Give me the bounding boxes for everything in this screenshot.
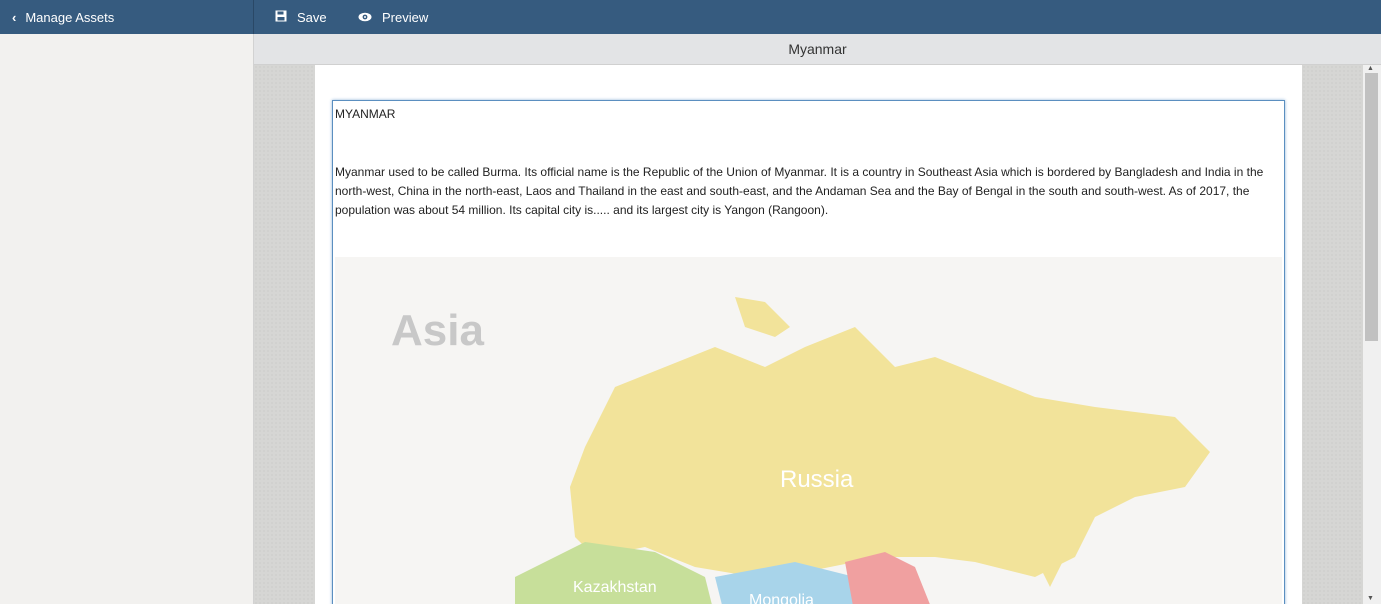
scroll-down-arrow-icon[interactable]: ▼	[1367, 595, 1374, 602]
save-label: Save	[297, 9, 327, 25]
floppy-disk-icon	[275, 10, 287, 25]
toolbar-divider	[253, 0, 254, 34]
manage-assets-label: Manage Assets	[25, 9, 115, 25]
asia-map-image: Asia Russia Kazakhstan Mongolia	[335, 257, 1282, 604]
top-toolbar: ‹ Manage Assets Save Preview	[0, 0, 1381, 34]
vertical-scrollbar[interactable]: ▲ ▼	[1363, 65, 1381, 604]
map-label-mongolia: Mongolia	[749, 592, 814, 604]
document-title: Myanmar	[788, 41, 847, 57]
document-page: MYANMAR Myanmar used to be called Burma.…	[315, 65, 1302, 604]
document-heading: MYANMAR	[335, 107, 396, 121]
preview-label: Preview	[382, 9, 429, 25]
asia-map-graphic: Asia Russia Kazakhstan Mongolia	[391, 297, 1210, 604]
map-label-russia: Russia	[780, 466, 854, 493]
scrollbar-thumb[interactable]	[1365, 73, 1378, 341]
sidebar-panel	[0, 34, 254, 604]
document-body-text: Myanmar used to be called Burma. Its off…	[335, 165, 1264, 217]
chevron-left-icon: ‹	[12, 9, 17, 25]
document-title-bar: Myanmar	[254, 34, 1381, 65]
scroll-up-arrow-icon[interactable]: ▲	[1367, 65, 1374, 72]
map-label-kazakhstan: Kazakhstan	[573, 579, 657, 596]
preview-button[interactable]: Preview	[358, 0, 428, 34]
manage-assets-button[interactable]: ‹ Manage Assets	[0, 0, 253, 34]
save-button[interactable]: Save	[275, 0, 327, 34]
editor-canvas: MYANMAR Myanmar used to be called Burma.…	[254, 65, 1363, 604]
rich-text-editor[interactable]: MYANMAR Myanmar used to be called Burma.…	[332, 100, 1285, 604]
map-label-asia: Asia	[391, 306, 484, 355]
eye-icon	[358, 10, 372, 25]
